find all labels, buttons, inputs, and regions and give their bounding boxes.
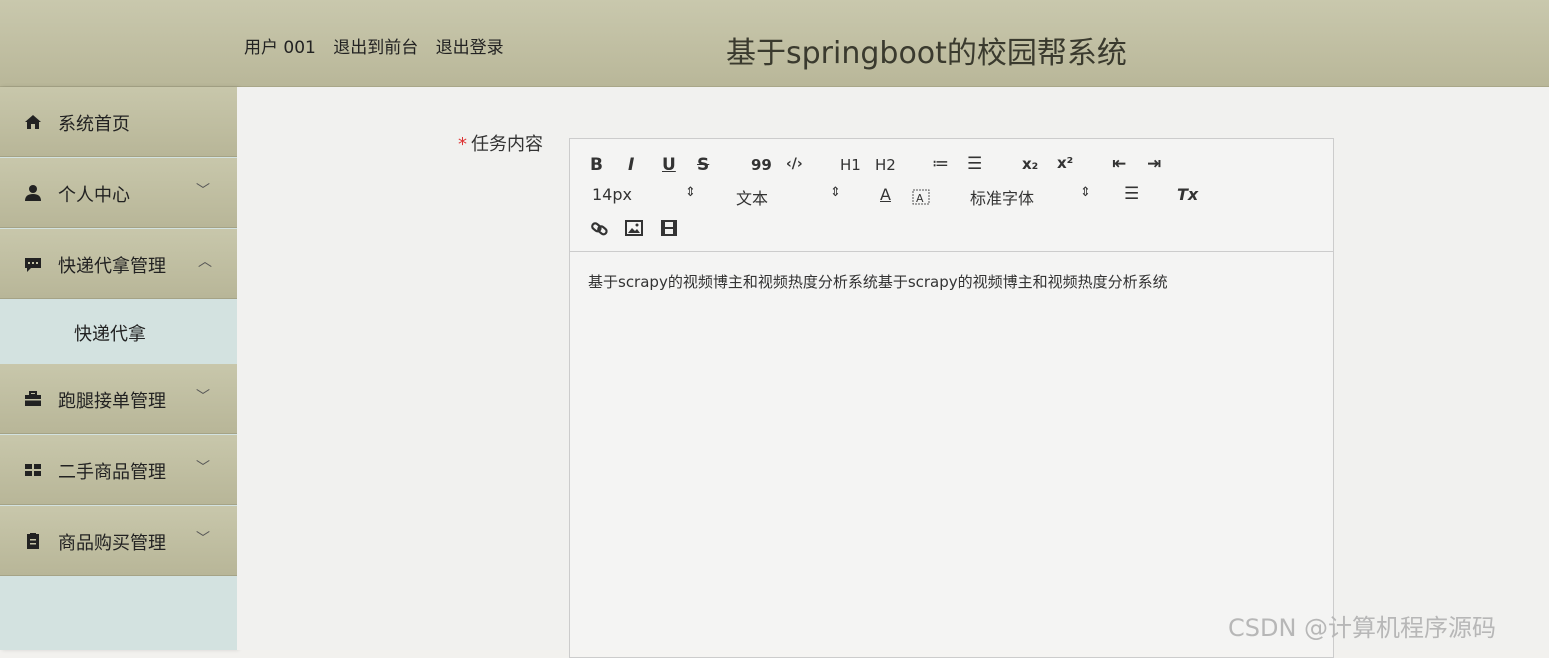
chevron-down-icon: ﹀ [196,531,210,547]
header-2-button[interactable]: H2 [875,156,896,174]
task-content-label-text: 任务内容 [471,134,543,155]
submenu-item-express-pickup[interactable]: 快递代拿 [0,300,237,363]
chevron-down-icon: ﹀ [196,460,210,476]
submenu-item-label: 快递代拿 [74,324,146,345]
header-select[interactable]: 文本 [736,185,768,209]
user-icon [25,185,41,201]
top-header-bar: 用户 001 退出到前台 退出登录 基于springboot的校园帮系统 [0,0,1549,87]
grid-icon [25,464,41,476]
required-mark: * [458,134,467,155]
user-links: 用户 001 退出到前台 退出登录 [244,33,516,58]
underline-button[interactable]: U [662,155,676,175]
video-icon[interactable] [660,219,678,237]
sidebar-item-secondhand-goods-management[interactable]: 二手商品管理 ﹀ [0,435,237,505]
align-button[interactable]: ☰ [1124,184,1139,204]
header-select-arrow: ⇕ [830,185,841,200]
app-title: 基于springboot的校园帮系统 [726,36,1127,71]
sidebar-item-goods-purchase-management[interactable]: 商品购买管理 ﹀ [0,506,237,576]
code-button[interactable]: ‹/› [786,156,803,172]
chevron-down-icon: ﹀ [196,183,210,199]
exit-to-front-link[interactable]: 退出到前台 [333,38,418,58]
font-size-select-arrow: ⇕ [685,185,696,200]
editor-toolbar: B I U S 99 ‹/› H1 H2 ≔ ☰ x₂ x² ⇤ ⇥ 14px … [570,139,1333,252]
csdn-watermark: CSDN @计算机程序源码 [1228,614,1497,642]
outdent-button[interactable]: ⇤ [1112,154,1126,174]
sidebar-item-label: 个人中心 [58,185,130,206]
ordered-list-button[interactable]: ≔ [932,154,949,174]
sidebar: 系统首页 个人中心 ﹀ 快递代拿管理 ︿ 快递代拿 跑腿接单管理 ﹀ 二手商品管… [0,87,237,650]
subscript-button[interactable]: x₂ [1022,155,1038,173]
sidebar-item-label: 跑腿接单管理 [58,391,166,412]
home-icon [25,115,41,129]
editor-content[interactable]: 基于scrapy的视频博主和视频热度分析系统基于scrapy的视频博主和视频热度… [588,271,1168,292]
rich-text-editor: B I U S 99 ‹/› H1 H2 ≔ ☰ x₂ x² ⇤ ⇥ 14px … [569,138,1334,658]
sidebar-item-personal-center[interactable]: 个人中心 ﹀ [0,158,237,228]
indent-button[interactable]: ⇥ [1147,154,1161,174]
sidebar-item-errand-orders-management[interactable]: 跑腿接单管理 ﹀ [0,364,237,434]
sidebar-item-label: 商品购买管理 [58,533,166,554]
svg-text:A: A [916,192,924,205]
chevron-down-icon: ﹀ [196,389,210,405]
message-icon [25,258,41,272]
font-family-select-arrow: ⇕ [1080,185,1091,200]
clipboard-icon [27,533,39,549]
font-family-select[interactable]: 标准字体 [970,185,1034,209]
sidebar-item-label: 二手商品管理 [58,462,166,483]
font-size-select[interactable]: 14px [592,185,632,204]
sidebar-item-label: 快递代拿管理 [58,256,166,277]
briefcase-icon [25,391,41,406]
link-icon[interactable] [590,219,610,237]
chevron-up-icon: ︿ [198,254,212,270]
font-color-button[interactable]: A [880,185,891,204]
sidebar-item-express-pickup-management[interactable]: 快递代拿管理 ︿ [0,229,237,299]
task-content-label: * 任务内容 [458,130,543,156]
sidebar-item-home[interactable]: 系统首页 [0,87,237,157]
sidebar-item-label: 系统首页 [58,114,130,135]
background-color-icon[interactable]: A [912,189,930,205]
superscript-button[interactable]: x² [1057,154,1073,172]
italic-button[interactable]: I [628,155,634,175]
logout-link[interactable]: 退出登录 [436,38,504,58]
blockquote-button[interactable]: 99 [751,156,772,174]
bold-button[interactable]: B [590,155,603,175]
bullet-list-button[interactable]: ☰ [967,154,982,174]
clean-format-button[interactable]: Tx [1177,185,1198,204]
image-icon[interactable] [625,220,643,236]
username-label: 用户 001 [244,38,316,58]
strikethrough-button[interactable]: S [697,155,709,175]
header-1-button[interactable]: H1 [840,156,861,174]
